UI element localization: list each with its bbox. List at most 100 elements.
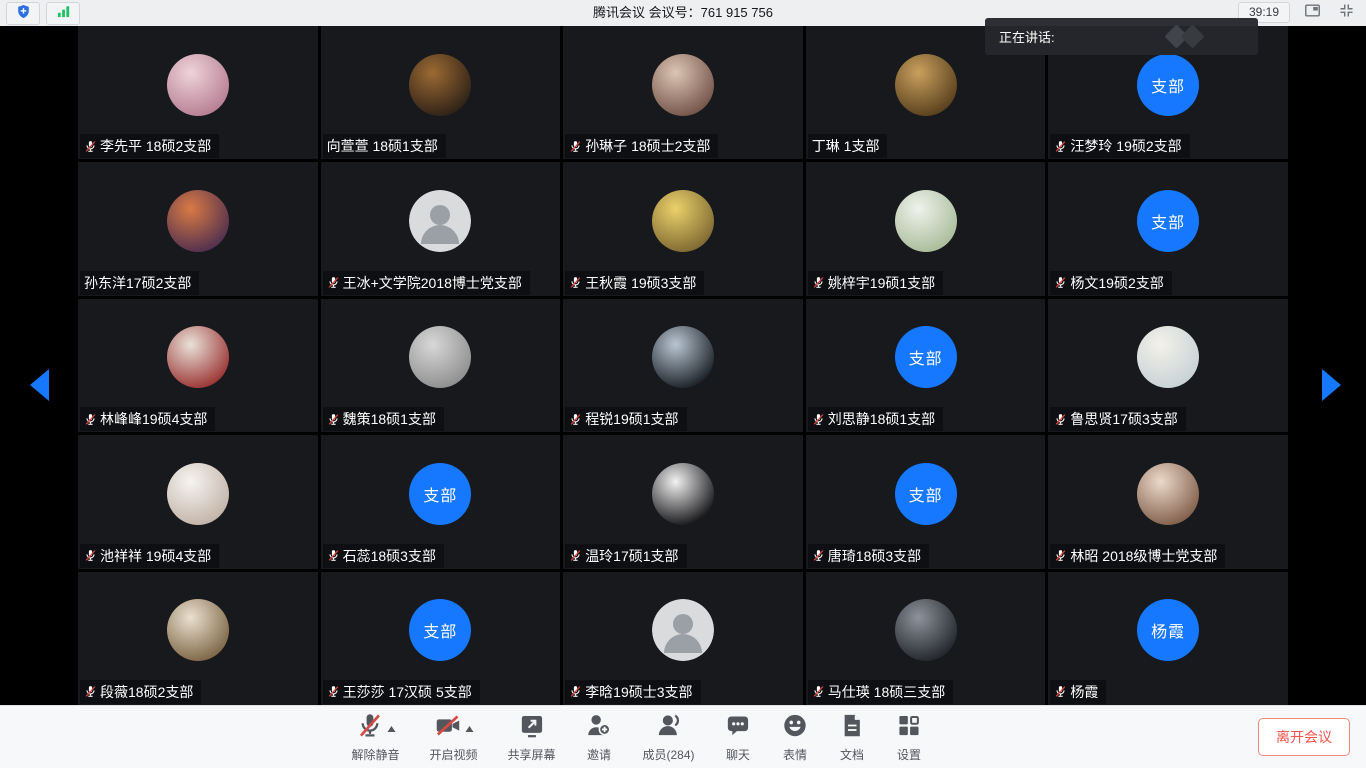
participant-tile[interactable]: 姚梓宇19硕1支部 [806, 162, 1046, 295]
participant-name: 王莎莎 17汉硕 5支部 [343, 682, 472, 702]
participant-tile[interactable]: 马仕瑛 18硕三支部 [806, 572, 1046, 705]
participant-name-tag: 杨文19硕2支部 [1050, 271, 1171, 295]
toolbar-item-label: 文档 [840, 746, 864, 763]
mic-muted-icon [84, 685, 97, 698]
participant-tile[interactable]: 池祥祥 19硕4支部 [78, 435, 318, 568]
chat-icon [725, 712, 752, 744]
exit-fullscreen-button[interactable] [1334, 2, 1358, 23]
participant-name-tag: 丁琳 1支部 [808, 134, 888, 158]
participant-name-tag: 李先平 18硕2支部 [80, 134, 219, 158]
participant-tile[interactable]: 支部刘思静18硕1支部 [806, 299, 1046, 432]
participant-name-tag: 王冰+文学院2018博士党支部 [323, 271, 530, 295]
avatar-photo [167, 326, 229, 388]
participant-name: 汪梦玲 19硕2支部 [1070, 136, 1181, 156]
avatar-default-person [652, 599, 714, 661]
participant-tile[interactable]: 支部杨文19硕2支部 [1048, 162, 1288, 295]
participant-tile[interactable]: 杨霞杨霞 [1048, 572, 1288, 705]
participant-name-tag: 魏策18硕1支部 [323, 407, 444, 431]
security-shield-button[interactable] [6, 2, 40, 25]
participant-name-tag: 王秋霞 19硕3支部 [565, 271, 704, 295]
mic-muted-icon [84, 413, 97, 426]
participant-tile[interactable]: 支部唐琦18硕3支部 [806, 435, 1046, 568]
participant-name-tag: 林昭 2018级博士党支部 [1050, 544, 1225, 568]
participant-tile[interactable]: 林峰峰19硕4支部 [78, 299, 318, 432]
participant-name-tag: 石蕊18硕3支部 [323, 544, 444, 568]
participant-name: 孙东洋17硕2支部 [84, 273, 191, 293]
docs-icon [839, 712, 866, 744]
participant-tile[interactable]: 程锐19硕1支部 [563, 299, 803, 432]
mic-muted-icon [569, 276, 582, 289]
avatar-default-person [409, 190, 471, 252]
caret-up-icon[interactable] [387, 726, 395, 732]
mic-off-icon [356, 712, 383, 744]
pip-mode-icon [1304, 2, 1321, 24]
toolbar-chat-button[interactable]: 聊天 [725, 713, 752, 763]
participant-name: 段薇18硕2支部 [100, 682, 193, 702]
toolbar-item-label: 表情 [783, 746, 807, 763]
toolbar-emoji-button[interactable]: 表情 [782, 713, 809, 763]
toolbar-members-button[interactable]: 成员(284) [643, 713, 695, 763]
participant-grid: 李先平 18硕2支部 向萱萱 18硕1支部孙琳子 18硕士2支部丁琳 1支部支部 汪… [78, 26, 1288, 705]
caret-up-icon[interactable] [465, 726, 473, 732]
mic-muted-icon [812, 276, 825, 289]
mic-muted-icon [569, 685, 582, 698]
shield-icon [16, 4, 31, 24]
mic-muted-icon [1054, 140, 1067, 153]
next-page-arrow[interactable] [1322, 369, 1341, 401]
toolbar-camera-off-button[interactable]: 开启视频 [429, 713, 477, 763]
participant-name: 石蕊18硕3支部 [343, 546, 436, 566]
avatar-badge: 支部 [895, 326, 957, 388]
avatar-photo [167, 463, 229, 525]
network-signal-button[interactable] [46, 2, 80, 25]
toolbar-item-label: 开启视频 [429, 746, 477, 763]
participant-tile[interactable]: 孙琳子 18硕士2支部 [563, 26, 803, 159]
participant-tile[interactable]: 林昭 2018级博士党支部 [1048, 435, 1288, 568]
video-stage: 李先平 18硕2支部 向萱萱 18硕1支部孙琳子 18硕士2支部丁琳 1支部支部 汪… [0, 26, 1366, 768]
participant-tile[interactable]: 温玲17硕1支部 [563, 435, 803, 568]
participant-name-tag: 温玲17硕1支部 [565, 544, 686, 568]
mic-muted-icon [327, 685, 340, 698]
participant-tile[interactable]: 鲁思贤17硕3支部 [1048, 299, 1288, 432]
toolbar-mic-off-button[interactable]: 解除静音 [351, 713, 399, 763]
avatar-photo [167, 599, 229, 661]
participant-tile[interactable]: 王冰+文学院2018博士党支部 [321, 162, 561, 295]
participant-name: 唐琦18硕3支部 [828, 546, 921, 566]
participant-name: 林峰峰19硕4支部 [100, 409, 207, 429]
mic-muted-icon [1054, 685, 1067, 698]
pip-mode-button[interactable] [1300, 2, 1324, 23]
toolbar-item-label: 设置 [897, 746, 921, 763]
toolbar-settings-button[interactable]: 设置 [896, 713, 923, 763]
participant-tile[interactable]: 支部石蕊18硕3支部 [321, 435, 561, 568]
prev-page-arrow[interactable] [30, 369, 49, 401]
participant-name: 刘思静18硕1支部 [828, 409, 935, 429]
participant-tile[interactable]: 段薇18硕2支部 [78, 572, 318, 705]
toolbar-docs-button[interactable]: 文档 [839, 713, 866, 763]
leave-meeting-button[interactable]: 离开会议 [1258, 718, 1350, 756]
avatar-photo [652, 54, 714, 116]
participant-name: 李晗19硕士3支部 [585, 682, 692, 702]
toolbar-share-screen-button[interactable]: 共享屏幕 [508, 713, 556, 763]
bottom-toolbar: 解除静音 开启视频 共享屏幕邀请成员(284) 聊天 表情 文档 设置 离开会议 [0, 705, 1366, 768]
participant-name-tag: 姚梓宇19硕1支部 [808, 271, 943, 295]
participant-tile[interactable]: 李晗19硕士3支部 [563, 572, 803, 705]
toolbar-invite-button[interactable]: 邀请 [586, 713, 613, 763]
participant-name: 池祥祥 19硕4支部 [100, 546, 211, 566]
toolbar-item-label: 解除静音 [351, 746, 399, 763]
mic-muted-icon [812, 685, 825, 698]
avatar-badge: 支部 [895, 463, 957, 525]
settings-icon [896, 712, 923, 744]
participant-tile[interactable]: 李先平 18硕2支部 [78, 26, 318, 159]
participant-name: 温玲17硕1支部 [585, 546, 678, 566]
participant-tile[interactable]: 王秋霞 19硕3支部 [563, 162, 803, 295]
toolbar-item-label: 聊天 [726, 746, 750, 763]
avatar-photo [652, 463, 714, 525]
exit-fullscreen-icon [1338, 2, 1355, 24]
participant-tile[interactable]: 向萱萱 18硕1支部 [321, 26, 561, 159]
participant-tile[interactable]: 魏策18硕1支部 [321, 299, 561, 432]
camera-off-icon [434, 712, 461, 744]
avatar-photo [652, 326, 714, 388]
participant-tile[interactable]: 支部王莎莎 17汉硕 5支部 [321, 572, 561, 705]
participant-name-tag: 刘思静18硕1支部 [808, 407, 943, 431]
participant-tile[interactable]: 孙东洋17硕2支部 [78, 162, 318, 295]
avatar-photo [895, 190, 957, 252]
